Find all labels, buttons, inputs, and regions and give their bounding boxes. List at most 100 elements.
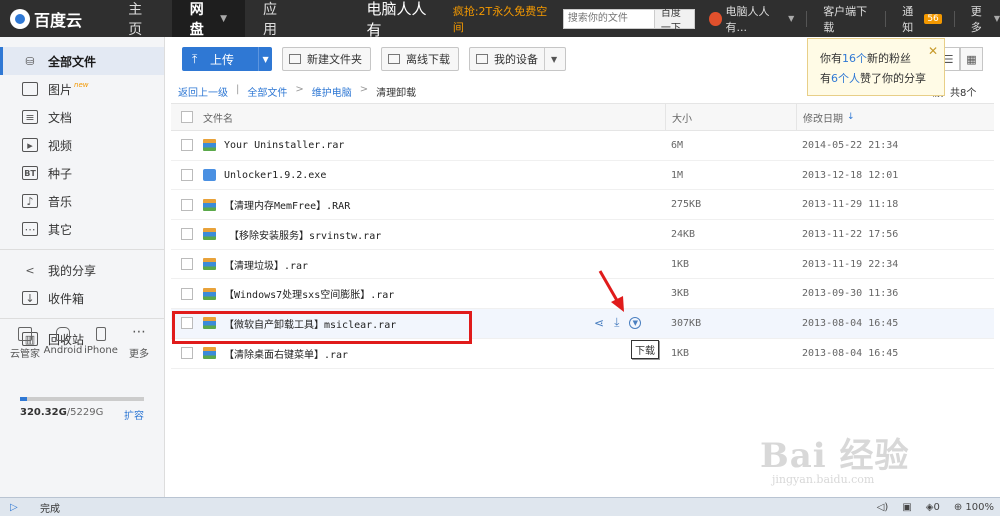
upload-label: 上传 [182,47,258,71]
share-icon[interactable]: ⋖ [594,316,604,330]
device-links: 云管家 Android iPhone ⋯ 更多 [10,324,154,360]
offline-download-button[interactable]: 离线下载 [381,47,460,71]
back-link[interactable]: 返回上一级 [178,84,228,99]
device-more[interactable]: ⋯ 更多 [124,324,154,360]
sidebar-item-inbox[interactable]: ↓ 收件箱 [0,284,164,312]
sidebar-item-images[interactable]: 图片 new [0,75,164,103]
file-name[interactable]: Unlocker1.9.2.exe [224,170,326,181]
chevron-down-icon: ▼ [544,48,557,70]
my-devices-label: 我的设备 [494,53,539,66]
zoom-level[interactable]: ⊕ 100% [954,502,994,513]
nav-home[interactable]: 主页 [110,0,172,38]
nav-netdisk[interactable]: 网盘 ▼ [171,0,245,38]
row-checkbox[interactable] [181,287,193,300]
row-checkbox[interactable] [181,169,193,182]
chevron-down-icon[interactable]: ▼ [258,47,272,71]
sidebar-item-torrents[interactable]: BT 种子 [0,159,164,187]
top-nav-bar: 百度云 主页 网盘 ▼ 应用 电脑人人有 疯抢:2T永久免费空间 百度一下 电脑人… [0,0,1000,39]
shield-icon[interactable]: ◈0 [926,502,940,513]
notification-popup: ✕ 你有16个新的粉丝 有6个人赞了你的分享 [807,38,945,96]
file-size: 24KB [671,228,696,240]
breadcrumb-all-files[interactable]: 全部文件 [247,84,287,99]
file-size: 307KB [671,317,702,329]
column-size[interactable]: 大小 [672,110,692,125]
row-checkbox[interactable] [181,198,193,211]
more-menu[interactable]: 更多 ▼ [971,3,1000,35]
file-size: 3KB [671,288,690,300]
column-name[interactable]: 文件名 [203,110,233,125]
device-iphone[interactable]: iPhone [84,327,118,360]
file-name[interactable]: 【移除安装服务】srvinstw.rar [224,227,381,242]
file-name[interactable]: 【清除桌面右键菜单】.rar [224,346,348,361]
sidebar-item-label: 文档 [48,110,73,125]
user-menu[interactable]: 电脑人人有... ▼ [708,3,794,35]
client-download-link[interactable]: 客户端下载 [823,3,873,35]
close-icon[interactable]: ✕ [928,41,938,61]
search-button[interactable]: 百度一下 [654,8,695,34]
expand-storage-link[interactable]: 扩容 [124,407,144,422]
breadcrumb: 返回上一级 | 全部文件 > 维护电脑 > 清理卸载 [178,84,416,99]
file-name[interactable]: Your Uninstaller.rar [224,140,344,151]
popup-line-likes[interactable]: 有6个人赞了你的分享 [820,69,932,89]
grid-view-icon[interactable]: ▦ [960,47,983,71]
device-label: 更多 [129,349,149,360]
sidebar-item-documents[interactable]: ≡ 文档 [0,103,164,131]
popup-line-fans[interactable]: 你有16个新的粉丝 [820,49,932,69]
nav-apps[interactable]: 应用 [245,0,307,38]
sidebar-item-all-files[interactable]: ⛁ 全部文件 [0,47,164,75]
row-checkbox[interactable] [181,347,193,360]
file-name[interactable]: 【Windows7处理sxs空间膨胀】.rar [224,286,394,301]
sidebar-item-label: 收件箱 [48,291,85,306]
quota-text: 320.32G/5229G [20,407,103,422]
row-checkbox[interactable] [181,139,193,152]
rar-file-icon [203,287,216,300]
notification-link[interactable]: 通知 56 [902,3,942,35]
sidebar-item-music[interactable]: ♪ 音乐 [0,187,164,215]
table-row[interactable]: 【清理垃圾】.rar 1KB 2013-11-19 22:34 [171,250,994,280]
file-name[interactable]: 【清理垃圾】.rar [224,257,308,272]
nav-netdisk-label: 网盘 [189,1,204,38]
new-folder-button[interactable]: 新建文件夹 [282,47,372,71]
device-label: Android [43,345,83,356]
sidebar-item-my-share[interactable]: < 我的分享 [0,256,164,284]
brand-text: 电脑人人有 [366,0,427,39]
upload-button[interactable]: 上传 ▼ [182,47,273,71]
row-checkbox[interactable] [181,258,193,271]
table-row[interactable]: 【移除安装服务】srvinstw.rar 24KB 2013-11-22 17:… [171,220,994,250]
more-label: 更多 [970,4,982,34]
music-icon: ♪ [22,194,38,208]
table-row[interactable]: Your Uninstaller.rar 6M 2014-05-22 21:34 [171,131,994,161]
quota-bar [20,397,144,401]
my-devices-button[interactable]: 我的设备 ▼ [469,47,567,71]
search-input[interactable] [562,8,655,29]
file-size: 1KB [671,347,690,359]
select-all-checkbox[interactable] [181,111,193,123]
file-size: 1M [671,169,684,181]
baidu-cloud-logo[interactable]: 百度云 [0,0,110,37]
user-name: 电脑人人有... [725,4,770,34]
sidebar-item-label: 我的分享 [48,263,97,278]
more-dots-icon: ⋯ [132,324,146,340]
row-checkbox[interactable] [181,228,193,241]
speaker-icon[interactable]: ◁) [877,502,889,513]
file-date: 2013-08-04 16:45 [802,347,899,359]
device-cloud-manager[interactable]: 云管家 [10,327,40,360]
more-options-icon[interactable]: ▼ [629,316,642,329]
table-row[interactable]: Unlocker1.9.2.exe 1M 2013-12-18 12:01 [171,161,994,191]
breadcrumb-parent[interactable]: 维护电脑 [312,84,352,99]
sidebar: ⛁ 全部文件 图片 new ≡ 文档 ▸ 视频 BT 种子 ♪ 音乐 ⋯ 其它 … [0,37,165,497]
notification-badge: 56 [924,13,942,24]
promo-link[interactable]: 疯抢:2T永久免费空间 [453,3,549,35]
download-icon[interactable]: ⤓ [614,315,619,330]
offline-download-label: 离线下载 [406,53,451,66]
sidebar-item-other[interactable]: ⋯ 其它 [0,215,164,243]
table-row[interactable]: 【Windows7处理sxs空间膨胀】.rar 3KB 2013-09-30 1… [171,279,994,310]
column-date[interactable]: 修改日期 ↓ [796,104,994,130]
file-name[interactable]: 【清理内存MemFree】.RAR [224,197,350,212]
device-icon [476,54,489,64]
device-android[interactable]: Android [44,327,82,360]
briefcase-icon[interactable]: ▣ [902,502,911,513]
zoom-in-icon: ⊕ [953,501,963,513]
sidebar-item-videos[interactable]: ▸ 视频 [0,131,164,159]
table-row[interactable]: 【清理内存MemFree】.RAR 275KB 2013-11-29 11:18 [171,190,994,221]
